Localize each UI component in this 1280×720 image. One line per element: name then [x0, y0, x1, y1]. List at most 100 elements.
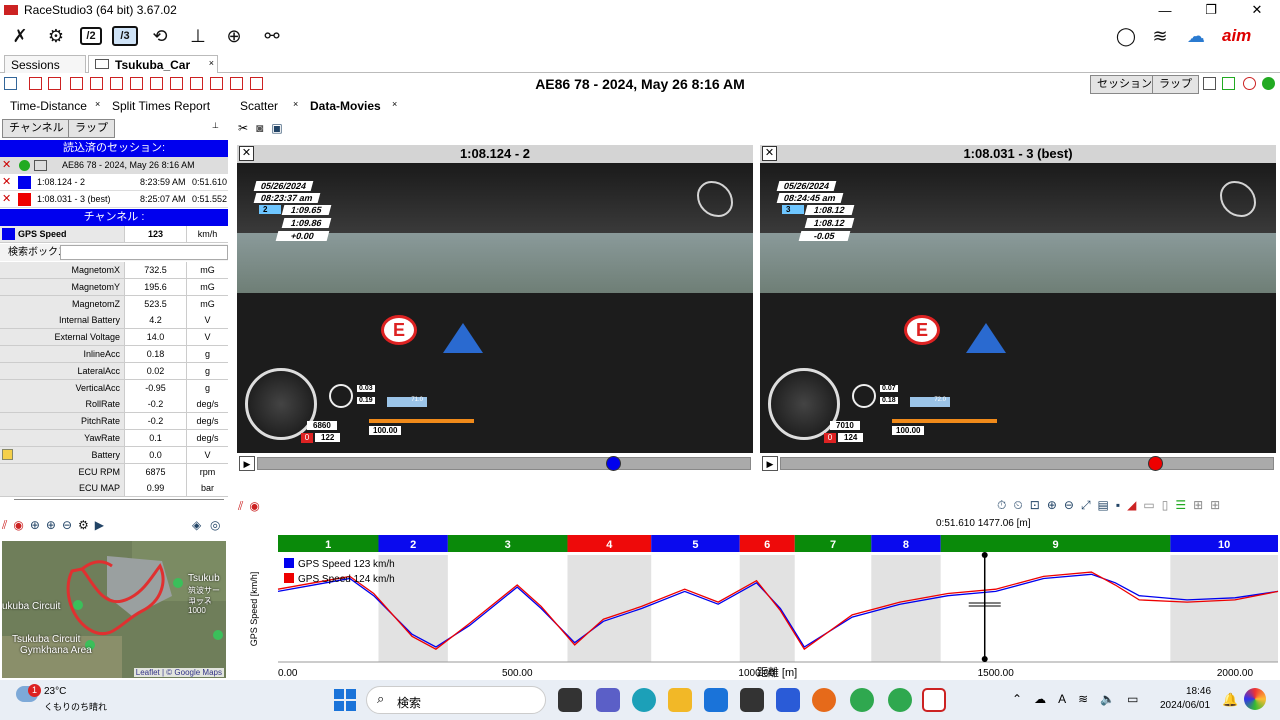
- tab-close-icon[interactable]: ×: [293, 99, 298, 109]
- legend-swatch[interactable]: [284, 573, 294, 583]
- video-slider[interactable]: ▶: [760, 456, 1276, 472]
- lap-row[interactable]: ✕ 1:08.031 - 3 (best) 8:25:07 AM 0:51.55…: [0, 191, 228, 208]
- map-attribution[interactable]: Leaflet | © Google Maps: [133, 668, 224, 677]
- note-icon[interactable]: [2, 448, 13, 460]
- camera-icon[interactable]: ◙: [256, 121, 263, 135]
- chrome-beta-icon[interactable]: [888, 688, 912, 712]
- tab-sessions-db[interactable]: Sessions DB: [4, 55, 86, 90]
- channel-row[interactable]: InlineAcc 0.18 g: [0, 346, 228, 363]
- tab-scatter[interactable]: Scatter: [240, 99, 278, 113]
- math-channel-icon[interactable]: [1203, 77, 1216, 90]
- slider-track[interactable]: [780, 457, 1274, 470]
- cut-icon[interactable]: ✂: [238, 121, 248, 135]
- session-row[interactable]: ✕ AE86 78 - 2024, May 26 8:16 AM: [0, 157, 228, 174]
- cloud-icon[interactable]: ☁: [1184, 24, 1208, 48]
- tab-data-movies[interactable]: Data-Movies: [310, 99, 381, 113]
- info-icon[interactable]: [19, 160, 30, 171]
- tab-close-icon[interactable]: ×: [209, 54, 214, 72]
- lap-color-swatch[interactable]: [18, 176, 31, 189]
- explorer-icon[interactable]: [668, 688, 692, 712]
- remove-icon[interactable]: ✕: [2, 191, 11, 208]
- taskbar-search[interactable]: ⌕ 検索: [366, 686, 546, 714]
- clock-time[interactable]: 18:46: [1186, 686, 1211, 697]
- tab-close-icon[interactable]: ×: [392, 99, 397, 109]
- tab-tsukuba-car[interactable]: Tsukuba_Car ×: [88, 55, 218, 73]
- layers-icon[interactable]: ◈: [192, 518, 201, 532]
- zoom-out-icon[interactable]: ⊖: [62, 518, 72, 533]
- channel-row[interactable]: RollRate -0.2 deg/s: [0, 396, 228, 414]
- volume-icon[interactable]: 🔈: [1100, 692, 1115, 706]
- play-button[interactable]: ▶: [762, 456, 778, 471]
- zoom-in-icon[interactable]: ⊕: [46, 518, 56, 533]
- speed-chart[interactable]: 1 2 3 4 5 6 7 8 9 10 GPS Speed 123 km/h GPS Speed 1…: [232, 497, 1280, 680]
- lap-color-swatch[interactable]: [18, 193, 31, 206]
- close-video-icon[interactable]: ✕: [239, 146, 254, 161]
- channel-row[interactable]: External Voltage 14.0 V: [0, 329, 228, 347]
- slider-track[interactable]: [257, 457, 751, 470]
- channel-row[interactable]: ECU MAP 0.99 bar: [0, 480, 228, 498]
- racestudio-icon[interactable]: [922, 688, 946, 712]
- help-icon[interactable]: [1262, 77, 1275, 90]
- tab-split-times[interactable]: Split Times Report: [112, 99, 210, 113]
- power-icon[interactable]: [1243, 77, 1256, 90]
- cloud-icon[interactable]: ☁: [1034, 692, 1046, 706]
- remove-icon[interactable]: ✕: [2, 174, 11, 191]
- record-icon[interactable]: ◉: [13, 518, 23, 533]
- close-video-icon[interactable]: ✕: [762, 146, 777, 161]
- battery-icon[interactable]: ▭: [1127, 692, 1138, 706]
- device-v3-icon[interactable]: /3: [112, 26, 138, 46]
- channel-row[interactable]: MagnetomZ 523.5 mG: [0, 295, 228, 313]
- tab-time-distance[interactable]: Time-Distance: [10, 99, 87, 113]
- wifi-icon[interactable]: ≋: [1078, 692, 1088, 706]
- globe-icon[interactable]: ◎: [210, 518, 220, 532]
- chrome-icon[interactable]: [850, 688, 874, 712]
- map-marker[interactable]: [73, 600, 83, 610]
- track-edit-icon[interactable]: ⫽: [2, 518, 7, 533]
- channel-row[interactable]: Internal Battery 4.2 V: [0, 312, 228, 330]
- channel-row[interactable]: PitchRate -0.2 deg/s: [0, 413, 228, 431]
- track-icon[interactable]: ⟲: [148, 24, 172, 48]
- remove-icon[interactable]: ✕: [2, 157, 11, 174]
- slider-knob[interactable]: [605, 456, 621, 471]
- ime-icon[interactable]: A: [1058, 692, 1066, 706]
- user-icon[interactable]: ◯: [1114, 24, 1138, 48]
- gear-icon[interactable]: ⚙: [78, 518, 89, 533]
- wifi-icon[interactable]: ≋: [1148, 24, 1172, 48]
- office-icon[interactable]: [740, 688, 764, 712]
- map-marker[interactable]: [213, 630, 223, 640]
- close-button[interactable]: ✕: [1234, 0, 1280, 20]
- copilot-icon[interactable]: [1244, 688, 1266, 710]
- play-button[interactable]: ▶: [239, 456, 255, 471]
- channel-row[interactable]: VerticalAcc -0.95 g: [0, 379, 228, 397]
- video-frame[interactable]: E 05/26/2024 08:24:45 am 3 1:08.12 1:08.…: [760, 163, 1276, 453]
- config-icon[interactable]: ⊕: [222, 24, 246, 48]
- video-slider[interactable]: ▶: [237, 456, 753, 472]
- track-small-icon[interactable]: [1222, 77, 1235, 90]
- firefox-icon[interactable]: [812, 688, 836, 712]
- start-icon[interactable]: [334, 689, 356, 711]
- lap-button[interactable]: ラップ: [1152, 75, 1199, 94]
- center-icon[interactable]: ⊕: [30, 518, 40, 533]
- channel-row[interactable]: Battery 0.0 V: [0, 446, 228, 464]
- search-input[interactable]: [60, 245, 228, 260]
- clock-date[interactable]: 2024/06/01: [1160, 700, 1210, 711]
- settings-gear-icon[interactable]: ⚙: [44, 24, 68, 48]
- lap-list-button[interactable]: ラップ: [68, 119, 115, 138]
- link-icon[interactable]: ⚯: [260, 24, 284, 48]
- video-frame[interactable]: E 05/26/2024 08:23:37 am 2 1:09.65 1:09.…: [237, 163, 753, 453]
- mail-icon[interactable]: [704, 688, 728, 712]
- channel-row[interactable]: LateralAcc 0.02 g: [0, 362, 228, 380]
- channel-row[interactable]: MagnetomX 732.5 mG: [0, 262, 228, 279]
- legend-swatch[interactable]: [284, 558, 294, 568]
- movie-file-icon[interactable]: ▣: [271, 121, 282, 135]
- play-icon[interactable]: ▶: [95, 518, 104, 533]
- tools-icon[interactable]: ✗: [8, 24, 32, 48]
- channel-row[interactable]: MagnetomY 195.6 mG: [0, 278, 228, 296]
- map-marker[interactable]: [173, 578, 183, 588]
- lap-row[interactable]: ✕ 1:08.124 - 2 8:23:59 AM 0:51.610: [0, 174, 228, 191]
- store-icon[interactable]: [776, 688, 800, 712]
- channel-row[interactable]: ECU RPM 6875 rpm: [0, 463, 228, 481]
- taskview-icon[interactable]: [558, 688, 582, 712]
- device-v2-icon[interactable]: /2: [80, 27, 102, 45]
- channel-row[interactable]: YawRate 0.1 deg/s: [0, 430, 228, 447]
